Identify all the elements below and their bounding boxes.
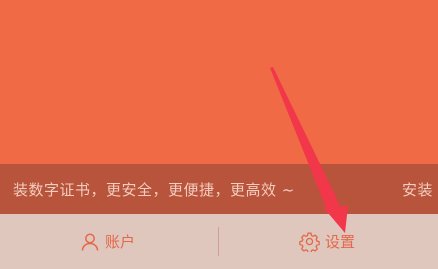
bottom-tab-bar: 账户 设置 <box>0 214 438 269</box>
tab-settings-label: 设置 <box>325 233 356 251</box>
tab-divider <box>218 227 219 256</box>
app-screen: 装数字证书，更安全，更便捷，更高效 ~ 安装 账户 设置 <box>0 0 438 269</box>
tab-settings[interactable]: 设置 <box>299 214 355 269</box>
marquee-text: 装数字证书，更安全，更便捷，更高效 ~ <box>13 181 295 199</box>
tab-account-label: 账户 <box>105 233 136 251</box>
gear-icon <box>299 231 320 252</box>
tab-account[interactable]: 账户 <box>80 214 135 269</box>
marquee-text-next: 安装 <box>402 181 434 199</box>
hero-banner <box>0 0 438 164</box>
user-icon <box>80 232 100 252</box>
notice-marquee: 装数字证书，更安全，更便捷，更高效 ~ 安装 <box>0 164 438 214</box>
